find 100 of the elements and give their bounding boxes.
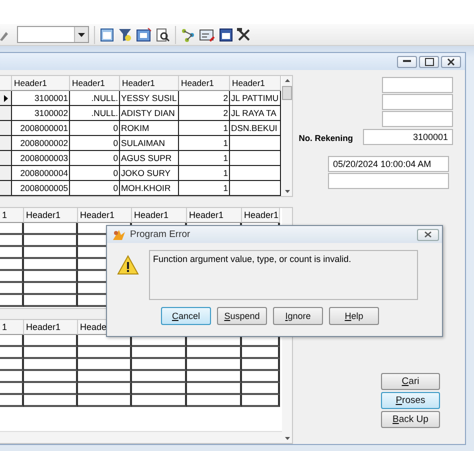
row-indicator[interactable]	[0, 136, 12, 151]
table-cell	[230, 151, 281, 166]
table-cell: 0	[70, 166, 120, 181]
table-cell	[132, 395, 187, 407]
current-row-icon	[4, 94, 8, 102]
dialog-button[interactable]: Ignore	[273, 307, 323, 325]
table-cell: DSN.BEKUI	[230, 121, 281, 136]
table-cell: SULAIMAN	[120, 136, 179, 151]
table-cell	[0, 283, 24, 295]
scroll-down-icon[interactable]	[284, 437, 290, 440]
table-cell	[78, 371, 132, 383]
timestamp-field[interactable]: 05/20/2024 10:00:04 AM	[328, 156, 449, 172]
window-icon[interactable]	[219, 28, 233, 42]
close-button[interactable]	[441, 56, 461, 68]
table-cell	[24, 347, 78, 359]
table-cell: ADISTY DIAN	[120, 106, 179, 121]
column-header[interactable]: Header1	[132, 208, 187, 223]
restore-button[interactable]	[419, 56, 439, 68]
vertical-scrollbar[interactable]	[282, 76, 292, 196]
column-header[interactable]: Header1	[230, 76, 281, 91]
error-message: Function argument value, type, or count is invalid.	[149, 250, 418, 300]
window-icon[interactable]	[100, 28, 114, 42]
horizontal-scrollbar[interactable]	[0, 431, 282, 443]
table-cell	[24, 359, 78, 371]
table-cell: .NULL.	[70, 91, 120, 106]
table-cell	[230, 181, 281, 196]
row-indicator[interactable]	[0, 121, 12, 136]
table-cell	[78, 395, 132, 407]
row-indicator[interactable]	[0, 151, 12, 166]
table-cell: 0	[70, 136, 120, 151]
table-cell	[187, 395, 242, 407]
scroll-up-icon[interactable]	[284, 79, 290, 82]
table-cell: 2	[179, 91, 230, 106]
table-cell	[0, 347, 24, 359]
table-cell: 1	[179, 121, 230, 136]
column-header[interactable]: Header1	[78, 208, 132, 223]
dialog-title: Program Error	[130, 229, 190, 240]
dialog-button[interactable]: Suspend	[217, 307, 267, 325]
dialog-button[interactable]: Help	[329, 307, 379, 325]
table-cell: .NULL.	[70, 106, 120, 121]
scrollbar-thumb[interactable]	[282, 86, 292, 100]
table-cell: 0	[70, 121, 120, 136]
app-icon	[112, 228, 126, 240]
table-cell	[0, 383, 24, 395]
text-field[interactable]	[382, 94, 453, 110]
row-indicator[interactable]	[0, 166, 12, 181]
edit-form-icon[interactable]	[199, 28, 215, 42]
table-cell: ROKIM	[120, 121, 179, 136]
dropdown-arrow-icon[interactable]	[78, 32, 85, 37]
row-indicator[interactable]	[0, 91, 12, 106]
warning-icon	[117, 255, 139, 275]
minimize-button[interactable]	[397, 56, 417, 68]
action-button[interactable]: Back Up	[381, 411, 440, 428]
scroll-down-icon[interactable]	[284, 190, 290, 193]
table-cell	[242, 359, 280, 371]
table-cell: JL RAYA TA	[230, 106, 281, 121]
tools-icon[interactable]	[237, 28, 251, 42]
table-cell	[0, 371, 24, 383]
column-header[interactable]: Header1	[179, 76, 230, 91]
form-icon[interactable]	[136, 28, 152, 42]
text-field[interactable]	[328, 173, 449, 189]
close-icon	[424, 231, 432, 238]
row-indicator[interactable]	[0, 181, 12, 196]
nodes-icon[interactable]	[181, 28, 195, 42]
row-indicator[interactable]	[0, 106, 12, 121]
table-cell	[24, 223, 78, 235]
table-cell	[187, 347, 242, 359]
column-header[interactable]: Header1	[242, 208, 280, 223]
table-cell: 0	[70, 181, 120, 196]
text-field[interactable]	[382, 111, 453, 127]
table-cell	[132, 347, 187, 359]
column-header[interactable]: Header1	[187, 208, 242, 223]
table-cell: 1	[179, 181, 230, 196]
dialog-button[interactable]: Cancel	[161, 307, 211, 325]
table-cell	[242, 347, 280, 359]
table-cell: JL PATTIMU	[230, 91, 281, 106]
text-field[interactable]	[382, 77, 453, 93]
column-header[interactable]: 1	[0, 320, 24, 335]
table-cell	[132, 383, 187, 395]
table-cell: YESSY SUSIL	[120, 91, 179, 106]
table-cell: 2008000002	[12, 136, 70, 151]
table-cell	[187, 359, 242, 371]
table-cell	[0, 259, 24, 271]
action-button[interactable]: Cari	[381, 373, 440, 390]
preview-icon[interactable]	[156, 28, 170, 42]
table-cell: AGUS SUPR	[120, 151, 179, 166]
table-cell: 2008000004	[12, 166, 70, 181]
account-number-field[interactable]: 3100001	[363, 129, 453, 145]
column-header[interactable]: Header1	[24, 208, 78, 223]
close-icon	[447, 58, 455, 66]
column-header[interactable]: Header1	[120, 76, 179, 91]
column-header[interactable]: 1	[0, 208, 24, 223]
table-cell	[24, 395, 78, 407]
column-header[interactable]: Header1	[70, 76, 120, 91]
filter-icon[interactable]	[118, 28, 132, 42]
action-button[interactable]: Proses	[381, 392, 440, 409]
column-header[interactable]: Header1	[12, 76, 70, 91]
column-header[interactable]: Header1	[24, 320, 78, 335]
close-button[interactable]	[417, 228, 439, 240]
table-cell	[0, 335, 24, 347]
